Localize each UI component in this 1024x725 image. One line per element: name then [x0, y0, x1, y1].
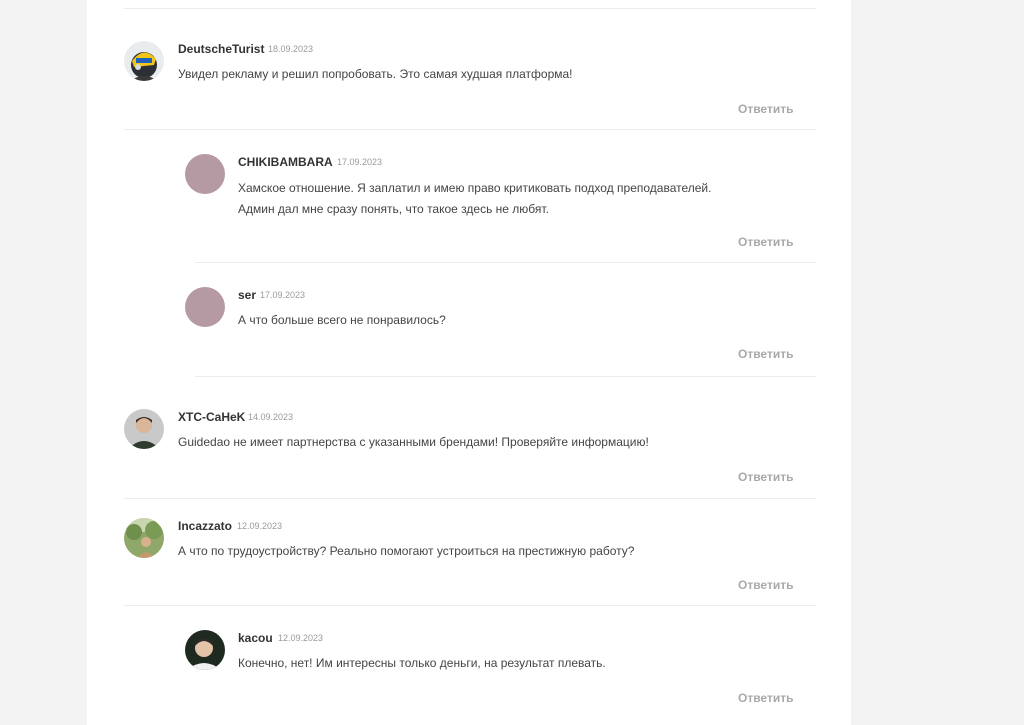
comment-author[interactable]: DeutscheTurist: [178, 42, 264, 56]
divider: [124, 8, 816, 9]
comment-text: А что по трудоустройству? Реально помога…: [178, 544, 635, 558]
comment-text: Увидел рекламу и решил попробовать. Это …: [178, 67, 573, 81]
comment-date: 12.09.2023: [278, 633, 324, 643]
comment-text: А что больше всего не понравилось?: [238, 313, 446, 327]
reply-button[interactable]: Ответить: [738, 102, 793, 116]
comment-author[interactable]: Incazzato: [178, 519, 232, 533]
default-avatar[interactable]: [185, 154, 225, 194]
reply-button[interactable]: Ответить: [738, 470, 793, 484]
reply-button[interactable]: Ответить: [738, 347, 793, 361]
reply-button[interactable]: Ответить: [738, 691, 793, 705]
outdoor-photo-avatar[interactable]: [124, 518, 164, 558]
divider: [195, 376, 816, 377]
reply-button[interactable]: Ответить: [738, 578, 793, 592]
comment-date: 18.09.2023: [268, 44, 314, 54]
comment-text: Конечно, нет! Им интересны только деньги…: [238, 656, 606, 670]
man-photo-avatar[interactable]: [185, 630, 225, 670]
comment-author[interactable]: kacou: [238, 631, 273, 645]
comment-author[interactable]: ser: [238, 288, 256, 302]
comment-author[interactable]: XTC-CaHeK: [178, 410, 245, 424]
comment-text-line: Админ дал мне сразу понять, что такое зд…: [238, 202, 549, 216]
reply-button[interactable]: Ответить: [738, 235, 793, 249]
divider: [195, 262, 816, 263]
divider: [124, 605, 816, 606]
comment-date: 17.09.2023: [260, 290, 306, 300]
divider: [124, 498, 816, 499]
divider: [124, 129, 816, 130]
comment-text-line: Хамское отношение. Я заплатил и имею пра…: [238, 181, 712, 195]
comment-date: 14.09.2023: [248, 412, 294, 422]
man-photo-avatar[interactable]: [124, 409, 164, 449]
comment-text: Guidedao не имеет партнерства с указанны…: [178, 435, 649, 449]
comment-date: 12.09.2023: [237, 521, 283, 531]
comment-author[interactable]: CHIKIBAMBARA: [238, 155, 333, 169]
helmet-photo-avatar[interactable]: [124, 41, 164, 81]
comments-panel: [87, 0, 851, 725]
default-avatar[interactable]: [185, 287, 225, 327]
comment-date: 17.09.2023: [337, 157, 383, 167]
